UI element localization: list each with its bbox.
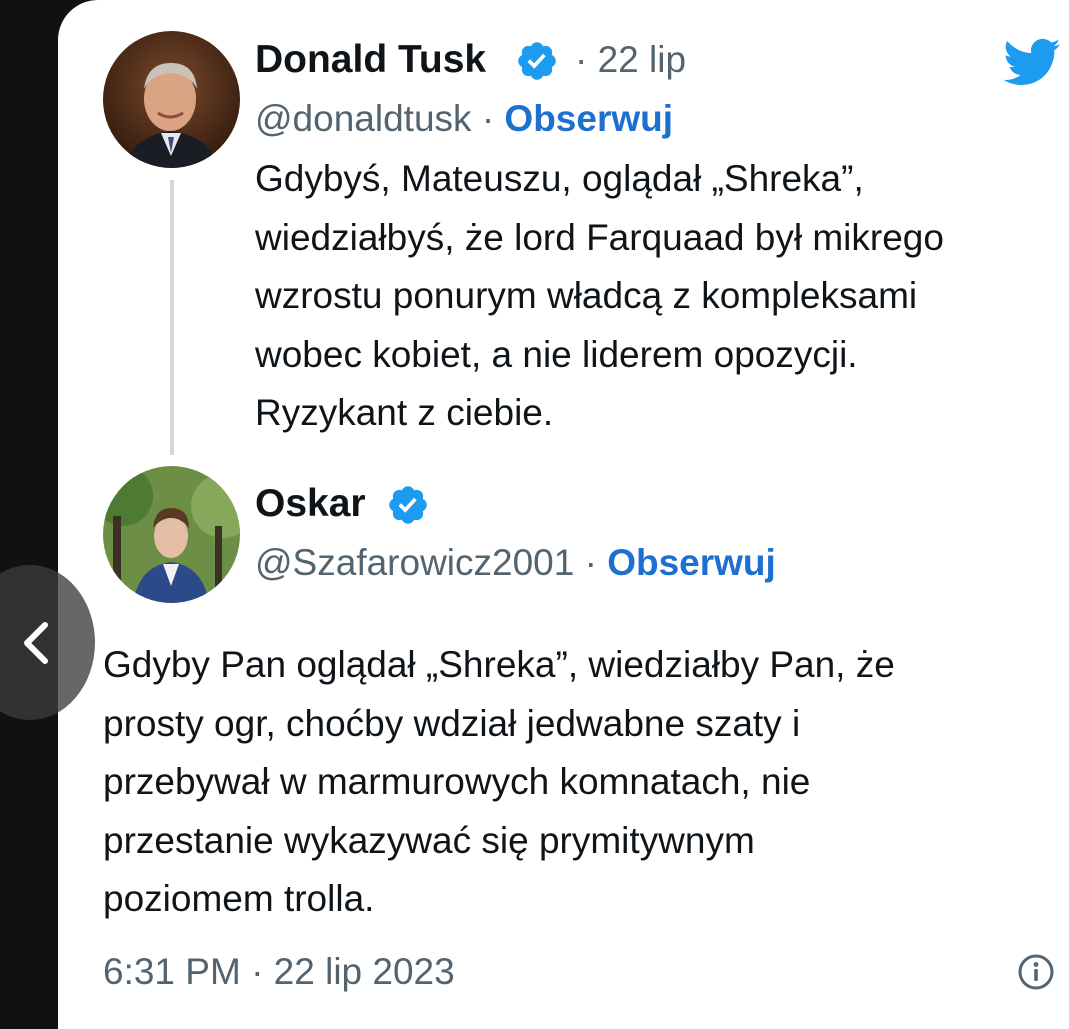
verified-badge-icon	[515, 39, 559, 88]
handle-separator: ·	[584, 542, 597, 583]
tweet-text-line: Ryzykant z ciebie.	[255, 392, 554, 433]
back-button[interactable]	[0, 565, 95, 720]
reply-author-handle[interactable]: @Szafarowicz2001	[255, 542, 574, 583]
tweet-text-line: przebywał w marmurowych komnatach, nie	[103, 761, 811, 802]
handle-row: @donaldtusk · Obserwuj	[255, 97, 673, 141]
tweet-text-line: wzrostu ponurym władcą z kompleksami	[255, 275, 918, 316]
avatar-oskar[interactable]	[103, 466, 240, 603]
tweet-text-line: wobec kobiet, a nie liderem opozycji.	[255, 333, 858, 375]
date-separator: ·	[575, 39, 588, 80]
reply-author-name[interactable]: Oskar	[255, 481, 366, 527]
tweet-date-row: · 22 lip	[575, 38, 686, 82]
avatar-donald-tusk[interactable]	[103, 31, 240, 168]
thread-connector	[170, 180, 174, 455]
tweet-timestamp[interactable]: 6:31 PM · 22 lip 2023	[103, 950, 455, 994]
follow-button[interactable]: Obserwuj	[607, 542, 776, 583]
tweet-text-line: prosty ogr, choćby wdział jedwabne szaty…	[103, 702, 801, 744]
tweet-text-line: Gdybyś, Mateuszu, oglądał „Shreka”,	[255, 158, 864, 199]
tweet-text-line: poziomem trolla.	[103, 878, 375, 919]
reply-handle-row: @Szafarowicz2001 · Obserwuj	[255, 541, 776, 585]
tweet-text: Gdybyś, Mateuszu, oglądał „Shreka”, wied…	[255, 150, 944, 443]
verified-badge-icon	[386, 483, 430, 532]
author-handle[interactable]: @donaldtusk	[255, 98, 472, 139]
handle-separator: ·	[481, 98, 495, 139]
follow-button[interactable]: Obserwuj	[504, 98, 673, 139]
reply-tweet-text: Gdyby Pan oglądał „Shreka”, wiedziałby P…	[103, 636, 895, 929]
info-icon[interactable]	[1016, 952, 1056, 997]
tweet-text-line: przestanie wykazywać się prymitywnym	[103, 819, 755, 861]
twitter-bird-icon[interactable]	[998, 32, 1064, 97]
tweet-date[interactable]: 22 lip	[598, 39, 686, 80]
tweet-text-line: wiedziałbyś, że lord Farquaad był mikreg…	[255, 216, 944, 258]
author-name[interactable]: Donald Tusk	[255, 37, 486, 83]
chevron-left-icon	[24, 622, 48, 664]
tweet-text-line: Gdyby Pan oglądał „Shreka”, wiedziałby P…	[103, 644, 895, 685]
